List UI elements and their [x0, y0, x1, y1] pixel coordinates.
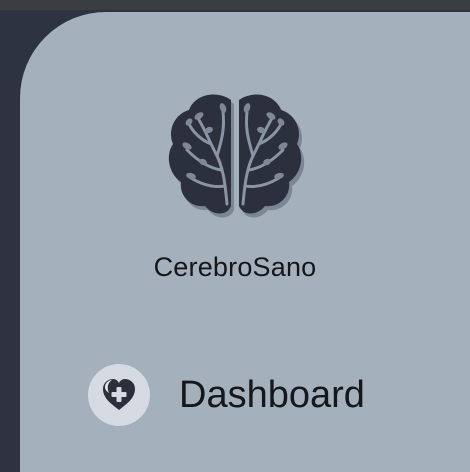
heart-plus-icon [88, 364, 150, 426]
brain-tree-icon [165, 86, 305, 226]
window-top-strip [0, 0, 470, 10]
nav-item-label: Dashboard [179, 373, 365, 416]
brand-name: CerebroSano [153, 252, 317, 282]
nav-item-dashboard[interactable]: Dashboard [88, 362, 418, 428]
